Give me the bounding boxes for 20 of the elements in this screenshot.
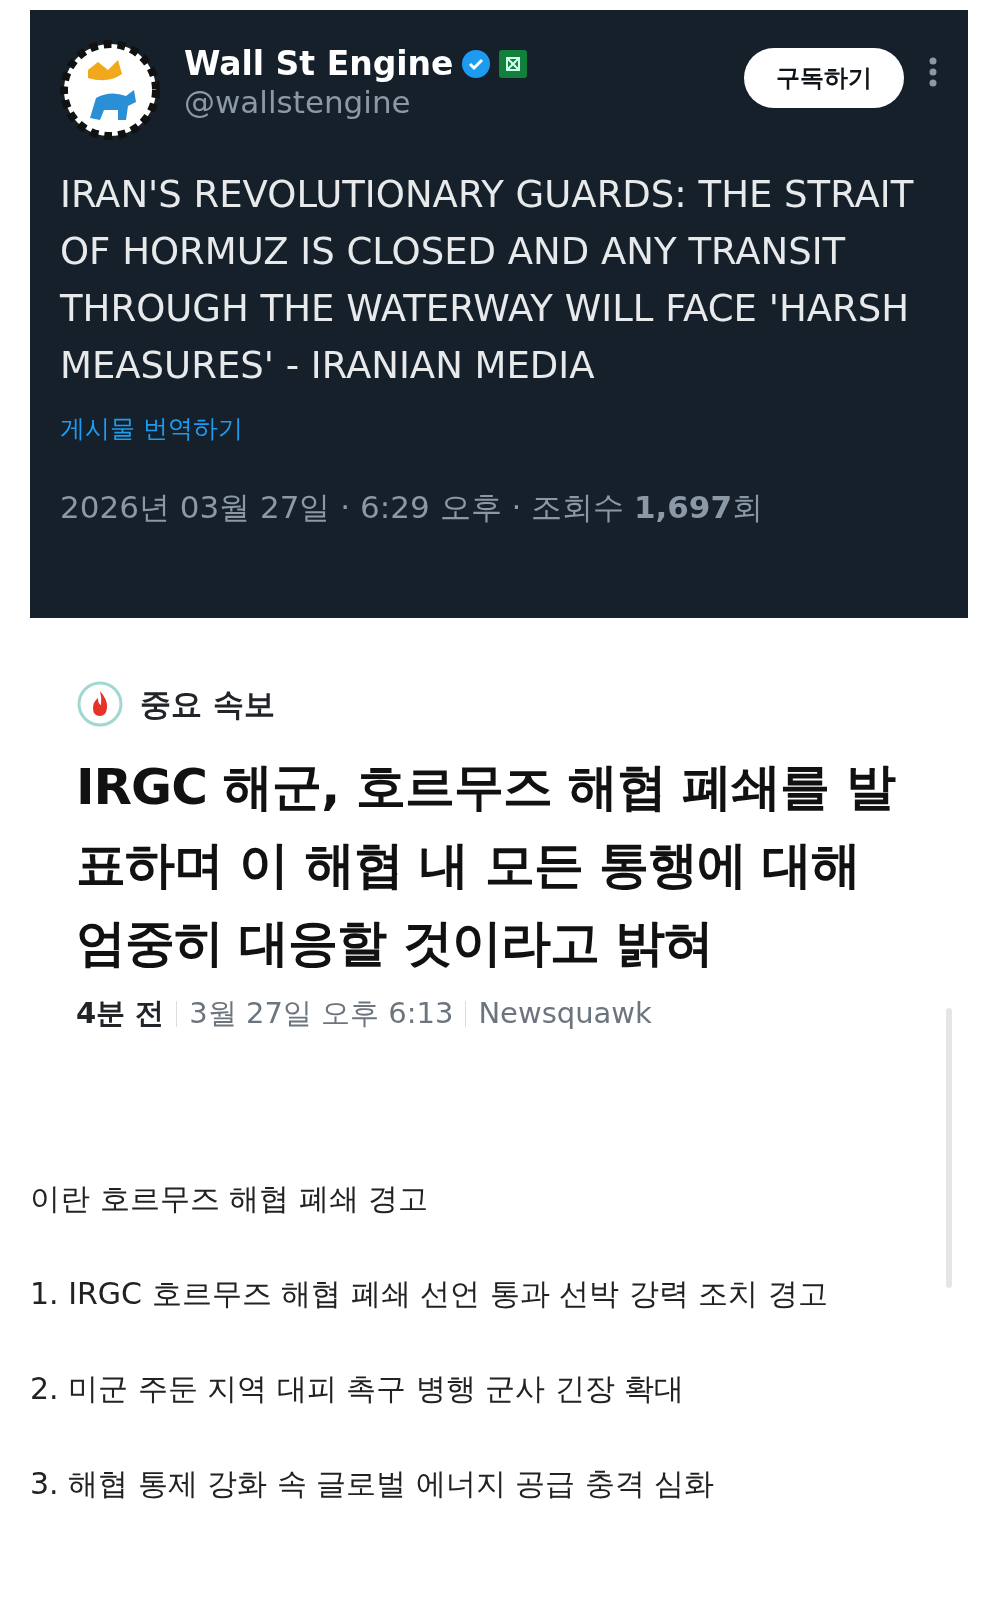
tweet-meta: 2026년 03월 27일 · 6:29 오후 · 조회수 1,697회 <box>60 487 764 527</box>
translate-link[interactable]: 게시물 번역하기 <box>60 410 243 448</box>
summary-point: 1. IRGC 호르무즈 해협 폐쇄 선언 통과 선박 강력 조치 경고 <box>30 1274 829 1313</box>
age-text: 4분 전 <box>76 995 165 1032</box>
breaking-label: 중요 속보 <box>140 684 275 724</box>
headline: IRGC 해군, 호르무즈 해협 폐쇄를 발표하며 이 해협 내 모든 통행에 대해 엄중히 대응할 것이라고 밝혀 <box>76 757 897 974</box>
tweet-text: IRAN'S REVOLUTIONARY GUARDS: THE STRAIT OF HORMUZ IS CLOSED AND ANY TRANSIT THROUGH THE WATERWAY WILL FACE 'HARSH MEASURES' - IRANIAN MEDIA <box>60 172 915 389</box>
subscribe-button[interactable]: 구독하기 <box>744 48 904 108</box>
summary-title: 이란 호르무즈 해협 폐쇄 경고 <box>30 1179 430 1218</box>
summary-point: 2. 미군 주둔 지역 대피 촉구 병행 군사 긴장 확대 <box>30 1369 686 1408</box>
more-icon[interactable] <box>928 56 938 88</box>
author-name[interactable]: Wall St Engine <box>184 44 454 84</box>
source-text: Newsquawk <box>478 995 652 1032</box>
summary-point: 3. 해협 통제 강화 속 글로벌 에너지 공급 충격 심화 <box>30 1464 716 1503</box>
date-text: 3월 27일 오후 6:13 <box>189 995 454 1032</box>
square-icon <box>499 49 528 78</box>
user-handle: @wallstengine <box>184 83 412 121</box>
scroll-bar[interactable] <box>946 1008 952 1288</box>
fire-icon <box>76 680 124 728</box>
avatar-icon <box>60 40 160 140</box>
